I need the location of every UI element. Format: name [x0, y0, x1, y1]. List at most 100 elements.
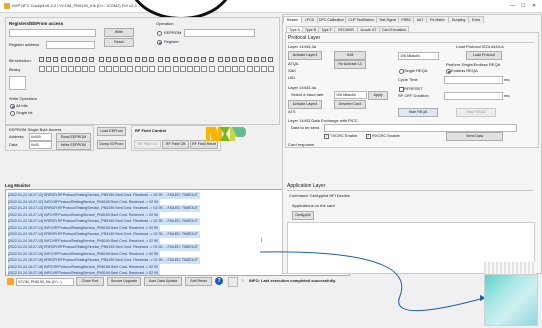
bit-checkbox[interactable]: ✓ — [208, 57, 214, 62]
tab-scripting[interactable]: Scripting — [448, 16, 469, 23]
activate-layer4-button[interactable]: Activate Layer4 — [288, 100, 322, 109]
tab-reader[interactable]: Reader — [283, 16, 302, 23]
card-response-label: Card response — [288, 142, 315, 147]
eeprom-radio[interactable] — [157, 31, 162, 36]
load-eeprom-button[interactable]: Load EEProm — [97, 127, 126, 136]
bit-checkbox[interactable]: ✓ — [89, 57, 95, 62]
register-address-input[interactable] — [46, 41, 95, 49]
bit-checkbox[interactable]: ✓ — [39, 57, 44, 62]
start-reqa-button[interactable]: Start REQA — [398, 108, 438, 117]
tab-dpc-calibration[interactable]: DPC Calibration — [317, 16, 346, 23]
tab-test-signal[interactable]: Test Signal — [376, 16, 399, 23]
bit-checkbox[interactable]: ✓ — [127, 57, 133, 62]
bit-checkbox[interactable]: ✓ — [105, 57, 111, 62]
load-protocol-button[interactable]: Load Protocol — [466, 51, 502, 60]
bit-checkbox[interactable]: ✓ — [60, 57, 66, 62]
bit-checkbox[interactable]: ✓ — [113, 57, 118, 62]
all-bits-label: All bits — [16, 103, 28, 108]
bit-checkbox[interactable]: ✓ — [46, 57, 52, 62]
close-button[interactable]: ✕ — [532, 3, 536, 9]
bit-checkbox[interactable]: ✓ — [201, 57, 207, 62]
getapplist-button[interactable]: GetApplis — [292, 211, 314, 220]
write-button[interactable]: Write — [104, 28, 134, 37]
soft-reset-button[interactable]: Soft Reset — [185, 277, 212, 286]
window-title: NXP NFC Cockpit v6.3.0 / VCOM_PN5190_Klk… — [12, 3, 143, 8]
halt-button[interactable]: HAlt — [334, 51, 366, 60]
bit-checkbox[interactable]: ✓ — [225, 57, 230, 62]
bit-checkbox[interactable]: ✓ — [67, 57, 73, 62]
bit-checkbox[interactable]: ✓ — [268, 57, 274, 62]
layer4-baud-select[interactable]: 106 kBaud/s — [334, 91, 367, 99]
tab-extra[interactable]: Extra — [468, 16, 484, 23]
tab-lpcd[interactable]: LPCD — [301, 16, 318, 23]
rf-off-input[interactable] — [444, 92, 503, 100]
bit-checkbox[interactable]: ✓ — [120, 57, 126, 62]
bit-checkbox[interactable]: ✓ — [239, 57, 245, 62]
data-label: Data — [9, 142, 18, 147]
bit-checkbox[interactable]: ✓ — [82, 57, 88, 62]
dump-eeprom-button[interactable]: Dump EEProm — [97, 140, 126, 149]
activate-layer3-button[interactable]: Activate Layer3 — [288, 51, 322, 60]
secure-upgrade-button[interactable]: Secure Upgrade — [107, 277, 141, 286]
close-port-button[interactable]: Close Port — [76, 277, 104, 286]
send-data-button[interactable]: Send Data — [446, 132, 503, 141]
stop-reqa-button[interactable]: Stop REQA — [456, 108, 496, 117]
register-radio[interactable] — [157, 40, 162, 45]
tab-aat[interactable]: AAT — [413, 16, 427, 23]
rf-field-off-button[interactable]: RF Field Off — [162, 140, 189, 149]
tab-clif-teststation[interactable]: CLIF TestStation — [345, 16, 377, 23]
single-bit-radio[interactable] — [10, 111, 15, 116]
rf-field-on-button[interactable]: RF Field On — [134, 140, 161, 149]
cycle-time-input[interactable] — [444, 76, 503, 84]
deselect-card-button[interactable]: Deselect Card — [334, 100, 366, 109]
single-bit-label: Single bit — [16, 110, 33, 115]
bit-checkbox[interactable]: ✓ — [187, 57, 192, 62]
data-input[interactable]: 0x00 — [29, 141, 52, 149]
bit-checkbox[interactable]: ✓ — [232, 57, 238, 62]
tab-rx-matrix[interactable]: Rx Matrix — [426, 16, 449, 23]
bit-checkbox[interactable]: ✓ — [194, 57, 200, 62]
binary-bit-box — [179, 66, 186, 72]
binary-bit-box — [53, 66, 60, 72]
binary-value-box[interactable] — [9, 76, 26, 90]
port-select[interactable]: VCOM_PN5190_Klk (D:\...) — [16, 278, 74, 286]
maximize-button[interactable]: ☐ — [521, 3, 525, 9]
apply-button[interactable]: Apply — [368, 91, 388, 100]
txcrc-label: TXCRC Enable — [330, 133, 358, 138]
address-input[interactable]: 0x000 — [29, 133, 52, 141]
protocol-layer-header: Protocol Layer — [288, 35, 321, 41]
tab-prbs[interactable]: PRBS — [398, 16, 414, 23]
binary-bit-box — [98, 66, 105, 72]
bit-checkbox[interactable]: ✓ — [172, 57, 178, 62]
settings-icon[interactable] — [228, 277, 238, 287]
bit-checkbox[interactable]: ✓ — [217, 57, 223, 62]
data-to-send-input[interactable] — [324, 124, 517, 132]
bit-checkbox[interactable]: ✓ — [246, 57, 252, 62]
bit-checkbox[interactable]: ✓ — [165, 57, 171, 62]
register-select[interactable] — [9, 29, 96, 37]
bit-checkbox[interactable]: ✓ — [149, 57, 154, 62]
eeprom-label: EEPROM — [164, 30, 182, 35]
bit-checkbox[interactable]: ✓ — [134, 57, 140, 62]
bit-checkbox[interactable]: ✓ — [261, 57, 266, 62]
eeprom-select[interactable] — [184, 29, 255, 37]
bit-checkbox[interactable]: ✓ — [253, 57, 259, 62]
bit-checkbox[interactable]: ✓ — [75, 57, 80, 62]
rxcrc-checkbox[interactable]: ✓ — [366, 134, 371, 139]
bit-checkbox[interactable]: ✓ — [98, 57, 104, 62]
write-eeprom-button[interactable]: Write EEPROM — [56, 141, 91, 150]
bit-checkbox[interactable]: ✓ — [53, 57, 59, 62]
register-address-label: Register address — [9, 42, 40, 47]
bit-checkbox[interactable]: ✓ — [141, 57, 147, 62]
reactivate-l3-button[interactable]: Re Activate L3 — [334, 60, 366, 69]
bit-checkbox[interactable]: ✓ — [158, 57, 164, 62]
all-bits-radio[interactable] — [10, 104, 15, 109]
bit-checkbox[interactable]: ✓ — [179, 57, 185, 62]
minimize-button[interactable]: — — [510, 3, 515, 9]
user-data-update-button[interactable]: User Data Update — [144, 277, 182, 286]
baud-rate-select[interactable]: 106 kBaud/s — [398, 52, 439, 60]
binary-bit-box — [239, 66, 246, 72]
txcrc-checkbox[interactable]: ✓ — [324, 134, 329, 139]
help-icon[interactable]: ? — [215, 277, 223, 285]
reset-button[interactable]: Reset — [104, 38, 134, 47]
